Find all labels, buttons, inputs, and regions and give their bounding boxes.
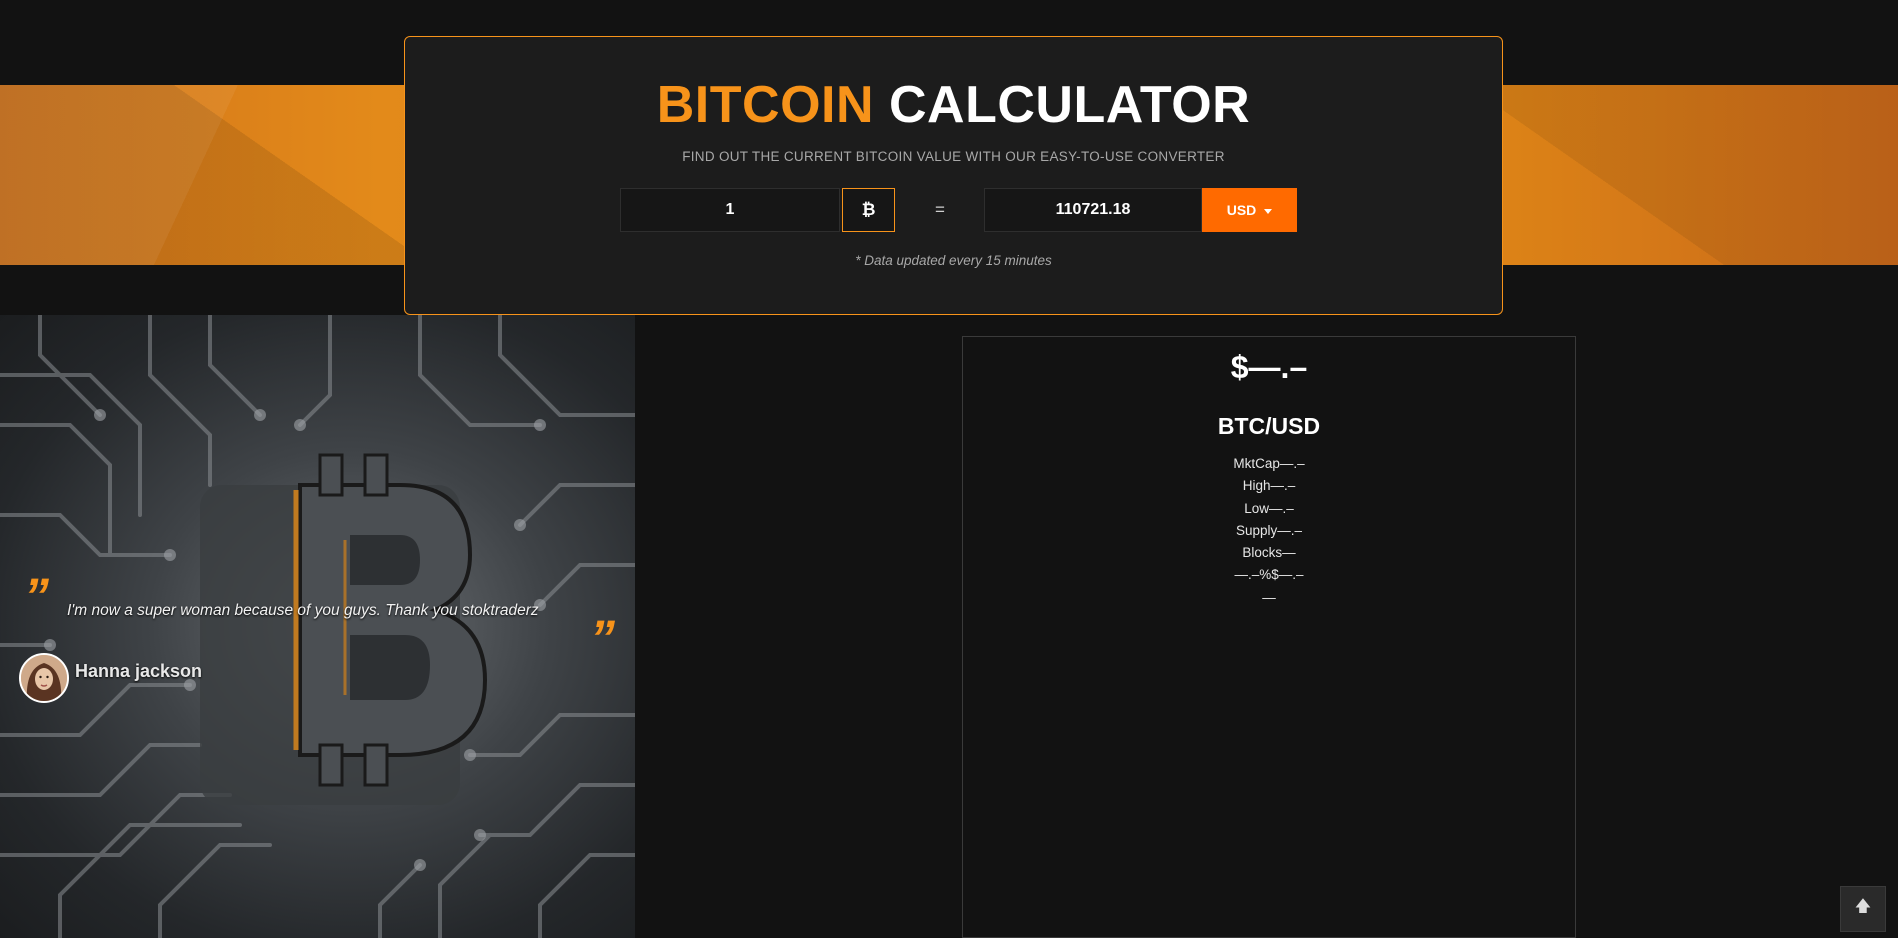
bitcoin-calculator-card: BITCOIN CALCULATOR FIND OUT THE CURRENT … [404, 36, 1503, 315]
stat-blocks: Blocks— [1242, 545, 1296, 561]
ticker-pair: BTC/USD [1217, 413, 1321, 439]
stat-extra: — [1262, 589, 1276, 605]
page: BITCOIN CALCULATOR FIND OUT THE CURRENT … [0, 0, 1898, 938]
update-note: * Data updated every 15 minutes [855, 253, 1052, 268]
quote-close-icon: ” [590, 610, 615, 666]
testimonial-panel: ” I'm now a super woman because of you g… [0, 315, 635, 938]
caret-down-icon [1264, 208, 1273, 214]
ticker-price: $—.– [1230, 349, 1308, 385]
calculator-title: BITCOIN CALCULATOR [405, 75, 1502, 135]
stat-supply: Supply—.– [1235, 522, 1303, 538]
calculator-subtitle: FIND OUT THE CURRENT BITCOIN VALUE WITH … [682, 149, 1225, 164]
equals-sign: = [935, 200, 945, 219]
stat-low: Low—.– [1244, 500, 1294, 516]
stat-mktcap: MktCap—.– [1233, 456, 1305, 471]
title-main: CALCULATOR [888, 76, 1251, 134]
testimonial-quote: I'm now a super woman because of you guy… [67, 602, 539, 619]
title-accent: BITCOIN [656, 76, 875, 134]
currency-label: USD [1226, 202, 1257, 218]
ticker-stats: MktCap—.– High—.– Low—.– Supply—.– Block… [963, 453, 1575, 609]
btc-ticker-card: $—.– BTC/USD MktCap—.– High—.– Low—.– Su… [962, 336, 1576, 938]
back-to-top-button[interactable]: 🡅 [1840, 886, 1886, 932]
stat-high: High—.– [1242, 478, 1296, 494]
avatar [19, 653, 69, 703]
fiat-amount-input[interactable]: 110721.18 [984, 188, 1202, 232]
quote-open-icon: ” [24, 568, 49, 624]
currency-select[interactable]: USD [1202, 188, 1297, 232]
testimonial-author: Hanna jackson [75, 661, 203, 681]
bitcoin-symbol-icon: ₿ [842, 188, 895, 232]
circuit-bitcoin-background [0, 315, 635, 938]
arrow-up-icon: 🡅 [1854, 898, 1872, 915]
stat-change: —.–%$—.– [1234, 567, 1304, 583]
btc-amount-input[interactable]: 1 [620, 188, 840, 232]
